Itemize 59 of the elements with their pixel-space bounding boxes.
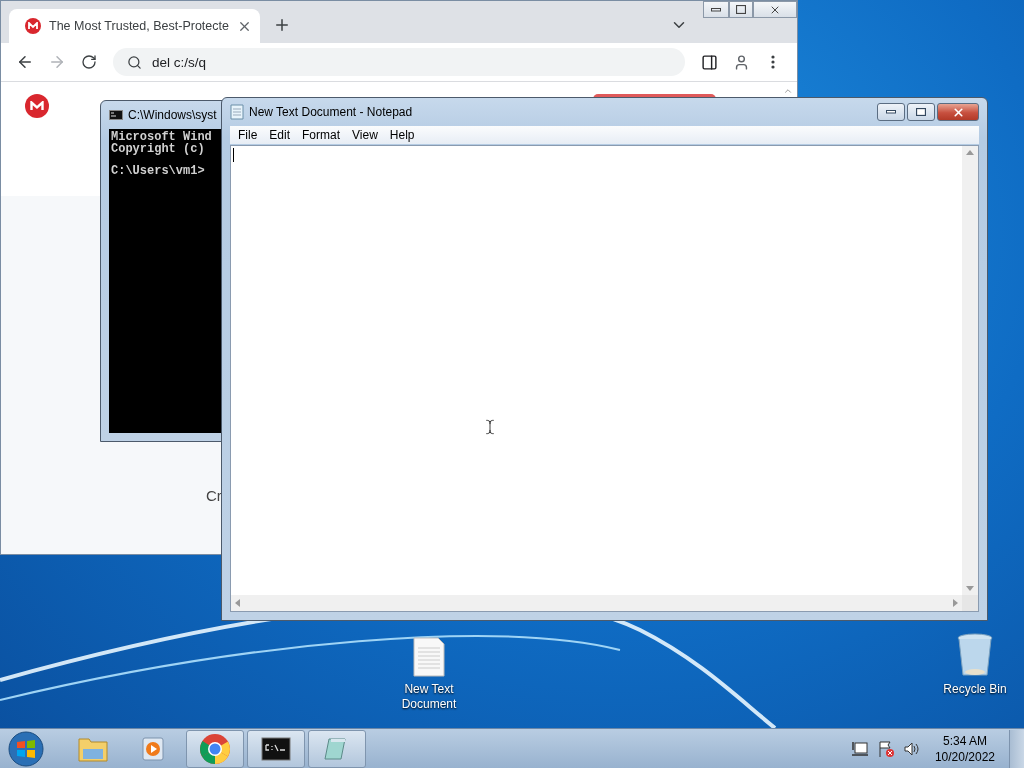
show-desktop-button[interactable] [1009,729,1024,768]
maximize-icon [736,5,746,14]
menu-item[interactable]: Help [383,128,421,142]
text-file-icon [412,636,446,678]
vertical-scrollbar[interactable] [962,146,978,595]
menu-item[interactable]: View [346,128,384,142]
close-icon [951,105,965,119]
tab-title: The Most Trusted, Best-Protecte [49,19,229,33]
clock-date: 10/20/2022 [934,748,995,765]
side-panel-icon [700,53,718,71]
desktop-icon[interactable]: New Text Document [391,636,467,712]
browser-tab[interactable]: The Most Trusted, Best-Protecte [9,9,260,43]
chrome-icon [199,732,231,765]
console-line: C:\Users\vm1> [111,165,206,177]
maximize-button[interactable] [907,103,935,121]
minimize-button[interactable] [703,1,729,18]
console-line: Microsoft Wind [111,131,213,143]
window-title: New Text Document - Notepad [249,105,413,119]
desktop-icon-label: Recycle Bin [943,682,1007,697]
taskbar-button[interactable] [247,729,305,768]
site-logo-icon [25,18,41,34]
address-text: del c:/s/q [152,54,207,70]
maximize-icon [916,108,926,116]
scroll-up-icon [966,150,974,155]
close-button[interactable] [937,103,979,121]
scroll-left-icon [235,599,240,607]
scroll-right-icon [953,599,958,607]
forward-arrow-icon [48,53,66,71]
flag-warning-icon [876,739,895,758]
menu-item[interactable]: Edit [263,128,297,142]
menu-item[interactable]: File [232,128,264,142]
clock[interactable]: 5:34 AM 10/20/2022 [928,732,1001,765]
network-icon [850,739,869,758]
minimize-icon [886,110,896,114]
maximize-button[interactable] [729,1,753,18]
reload-icon [81,54,97,70]
notepad-icon [230,104,244,120]
address-bar[interactable]: del c:/s/q [113,48,685,76]
menu-item[interactable]: Format [296,128,347,142]
command-prompt-icon [261,736,291,761]
minimize-icon [711,7,721,12]
minimize-button[interactable] [877,103,905,121]
windows-orb-icon [8,730,44,767]
search-icon [127,54,142,70]
start-button[interactable] [6,729,46,768]
menu-icon [771,55,775,69]
scroll-down-icon [966,586,974,591]
clock-time: 5:34 AM [942,732,987,749]
desktop-icon-label: New Text Document [400,682,458,712]
page-text: Cr [206,487,222,504]
horizontal-scrollbar[interactable] [231,595,962,611]
console-icon [109,110,123,120]
site-logo-icon [25,94,49,118]
scrollbar-corner [962,595,978,611]
desktop-icon[interactable]: Recycle Bin [937,632,1013,697]
text-caret [233,148,234,162]
console-line: Copyright (c) [111,143,206,155]
recycle-bin-icon [956,632,994,678]
window-title: C:\Windows\syst [128,108,217,122]
